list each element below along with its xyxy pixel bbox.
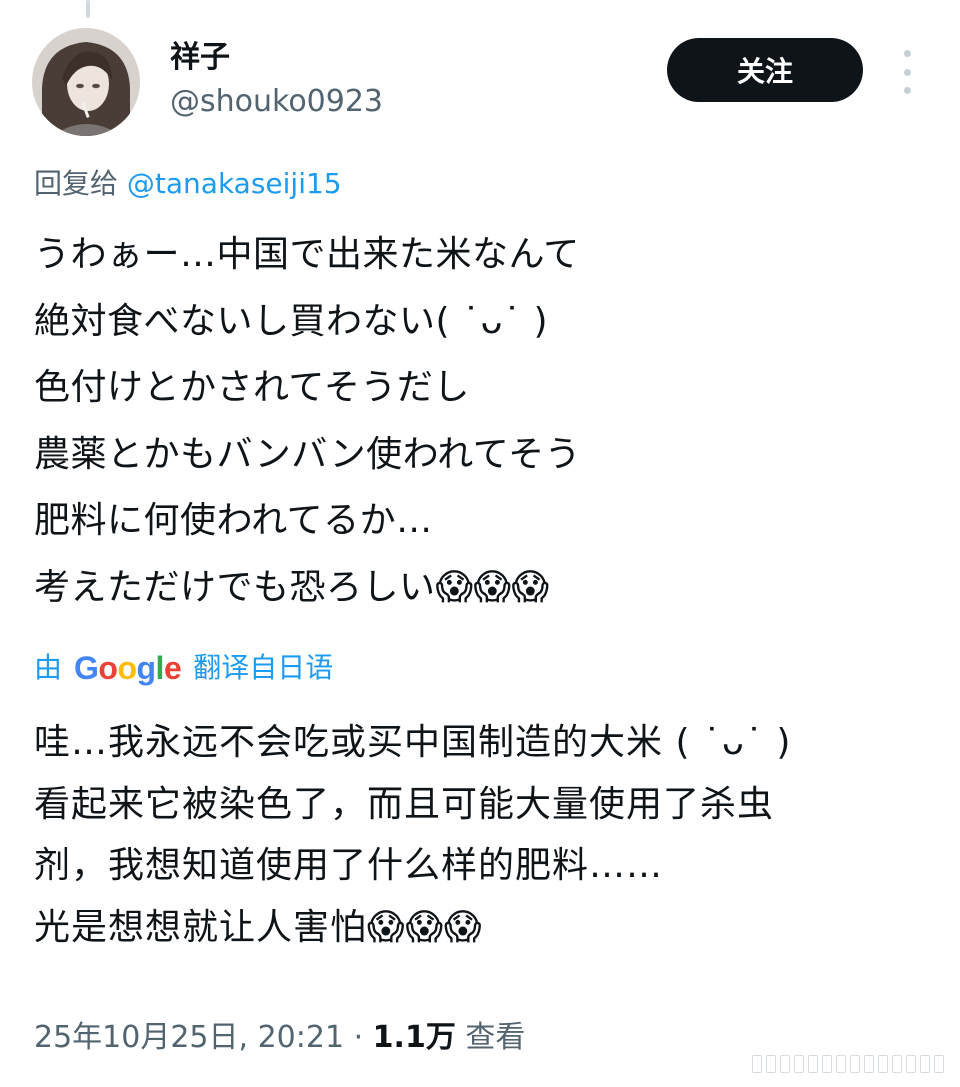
google-logo: Google — [74, 650, 182, 686]
avatar[interactable] — [32, 28, 140, 136]
views-label: 查看 — [455, 1020, 526, 1055]
tweet-text: うわぁー…中国で出来た米なんて 絶対食べないし買わない( ˙ᴗ˙ ) 色付けとか… — [34, 234, 582, 608]
author-display-name[interactable]: 祥子 — [170, 38, 230, 78]
reply-prefix: 回复给 — [34, 167, 127, 200]
tweet-timestamp[interactable]: 25年10月25日, 20:21 — [34, 1020, 344, 1055]
more-dot — [903, 87, 911, 94]
views-count: 1.1万 — [372, 1020, 456, 1055]
thread-connector-line — [86, 0, 90, 18]
tweet-meta: 25年10月25日, 20:21 · 1.1万 查看 — [34, 1016, 525, 1060]
avatar-image — [32, 28, 140, 136]
translation-by: 由 — [34, 651, 63, 684]
meta-separator: · — [344, 1020, 373, 1055]
reply-context: 回复给 @tanakaseiji15 — [34, 164, 342, 204]
translation-label: 翻译自日语 — [193, 651, 334, 684]
more-dot — [903, 50, 911, 57]
translation-attribution[interactable]: 由 Google 翻译自日语 — [34, 648, 333, 688]
translated-text: 哇…我永远不会吃或买中国制造的大米 ( ˙ᴗ˙ ) 看起来它被染色了，而且可能大… — [34, 722, 792, 948]
follow-button[interactable]: 关注 — [667, 38, 863, 102]
more-vertical-icon[interactable] — [895, 50, 919, 94]
reply-mention-link[interactable]: @tanakaseiji15 — [127, 167, 342, 200]
watermark-mark — [752, 1055, 944, 1073]
more-dot — [903, 68, 911, 76]
author-handle[interactable]: @shouko0923 — [170, 82, 383, 122]
